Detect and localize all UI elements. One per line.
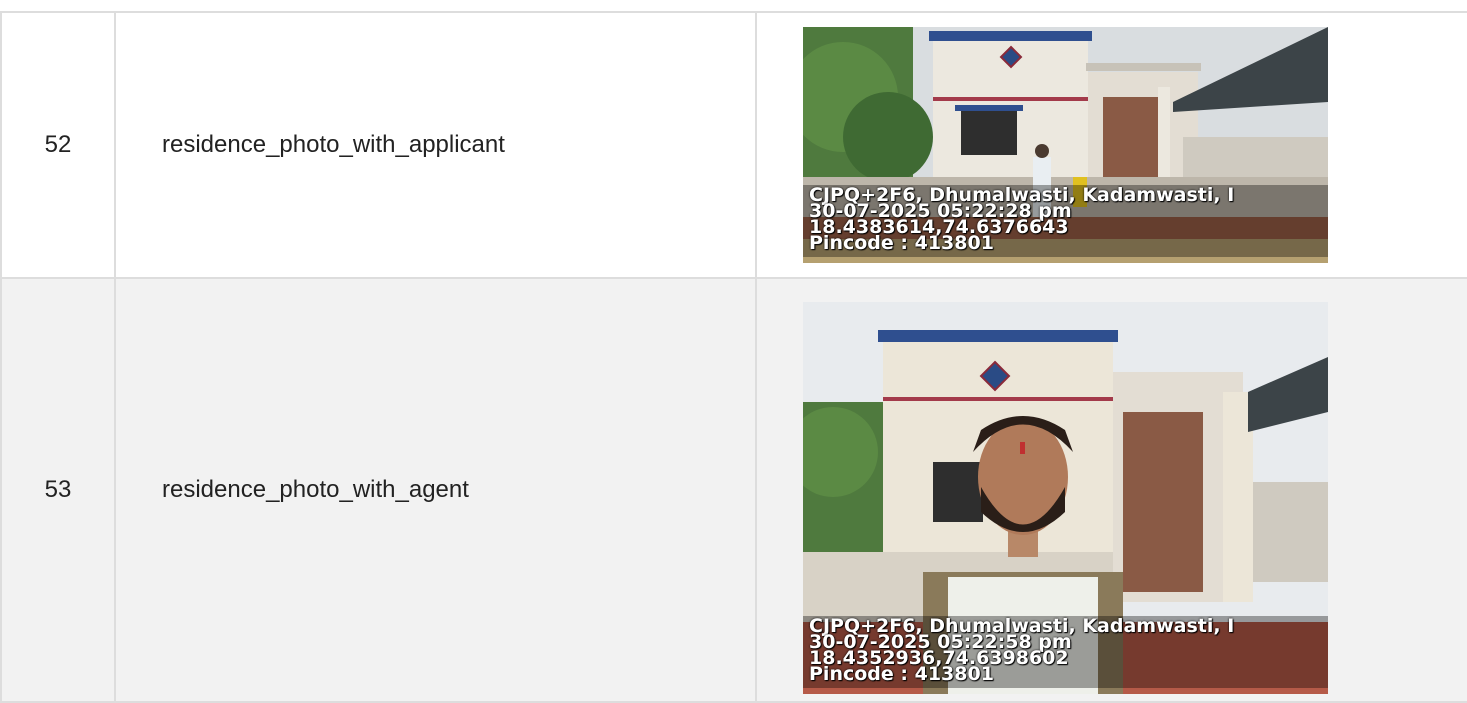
geo-stamp: CJPQ+2F6, Dhumalwasti, Kadamwasti, I 30-… bbox=[809, 186, 1234, 253]
field-name: residence_photo_with_applicant bbox=[114, 11, 757, 279]
residence-photo[interactable]: CJPQ+2F6, Dhumalwasti, Kadamwasti, I 30-… bbox=[803, 27, 1328, 263]
row-number: 52 bbox=[0, 11, 116, 279]
geo-stamp: CJPQ+2F6, Dhumalwasti, Kadamwasti, I 30-… bbox=[809, 617, 1234, 684]
photo-cell: CJPQ+2F6, Dhumalwasti, Kadamwasti, I 30-… bbox=[755, 11, 1467, 279]
table-row: 53 residence_photo_with_agent CJPQ+2F6, … bbox=[0, 277, 1467, 703]
document-table: 52 residence_photo_with_applicant CJPQ+2… bbox=[0, 11, 1467, 703]
field-name: residence_photo_with_agent bbox=[114, 277, 757, 703]
residence-photo[interactable]: CJPQ+2F6, Dhumalwasti, Kadamwasti, I 30-… bbox=[803, 302, 1328, 694]
photo-cell: CJPQ+2F6, Dhumalwasti, Kadamwasti, I 30-… bbox=[755, 277, 1467, 703]
row-number: 53 bbox=[0, 277, 116, 703]
table-row: 52 residence_photo_with_applicant CJPQ+2… bbox=[0, 11, 1467, 279]
